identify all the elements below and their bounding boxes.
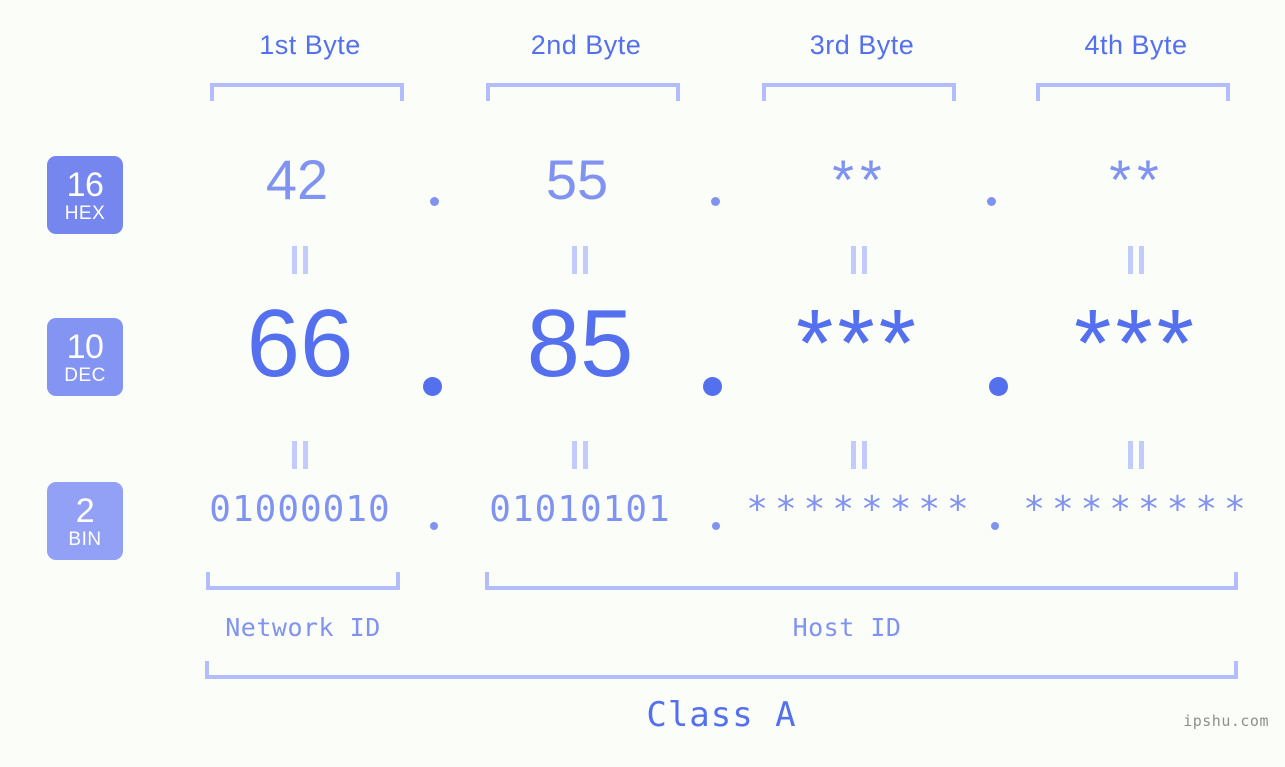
- dec-byte-2: 85: [526, 290, 634, 397]
- equals-separator-dec-bin-2: [571, 441, 589, 469]
- base-badge-bin-label: BIN: [68, 528, 102, 550]
- dec-byte-4: ***: [1073, 290, 1199, 397]
- hex-byte-2: 55: [545, 148, 609, 211]
- class-label: Class A: [646, 695, 797, 735]
- base-badge-hex: 16 HEX: [47, 156, 123, 234]
- base-badge-hex-number: 16: [66, 165, 104, 204]
- hex-byte-4: **: [1109, 148, 1165, 211]
- bin-byte-4: ********: [1023, 489, 1253, 530]
- host-id-label: Host ID: [792, 613, 902, 642]
- dec-byte-1: 66: [246, 290, 354, 397]
- byte-bracket-1: [210, 83, 404, 101]
- byte-header-2: 2nd Byte: [530, 30, 642, 60]
- bin-byte-3: ********: [746, 489, 976, 530]
- hex-dot-separator-1: [430, 197, 439, 206]
- bin-dot-separator-2: [712, 522, 720, 530]
- byte-bracket-4: [1036, 83, 1230, 101]
- site-watermark: ipshu.com: [1183, 712, 1269, 730]
- equals-separator-hex-dec-4: [1127, 246, 1145, 274]
- network-id-label: Network ID: [225, 613, 381, 642]
- equals-separator-hex-dec-2: [571, 246, 589, 274]
- base-badge-dec: 10 DEC: [47, 318, 123, 396]
- equals-separator-hex-dec-3: [850, 246, 868, 274]
- base-badge-bin-number: 2: [75, 491, 95, 530]
- byte-bracket-3: [762, 83, 956, 101]
- hex-byte-3: **: [832, 148, 888, 211]
- equals-separator-dec-bin-3: [850, 441, 868, 469]
- hex-dot-separator-2: [711, 197, 720, 206]
- byte-header-4: 4th Byte: [1084, 30, 1188, 60]
- network-id-bracket: [206, 572, 400, 590]
- equals-separator-dec-bin-1: [291, 441, 309, 469]
- hex-byte-1: 42: [265, 148, 329, 211]
- dec-byte-3: ***: [795, 290, 921, 397]
- byte-header-1: 1st Byte: [259, 30, 361, 60]
- dec-dot-separator-3: [989, 377, 1008, 396]
- hex-dot-separator-3: [987, 197, 996, 206]
- dec-dot-separator-1: [423, 377, 442, 396]
- byte-header-3: 3rd Byte: [809, 30, 915, 60]
- class-bracket: [205, 661, 1238, 679]
- host-id-bracket: [485, 572, 1238, 590]
- ip-address-breakdown-diagram: 1st Byte 2nd Byte 3rd Byte 4th Byte 16 H…: [0, 0, 1285, 767]
- dec-dot-separator-2: [703, 377, 722, 396]
- equals-separator-hex-dec-1: [291, 246, 309, 274]
- base-badge-hex-label: HEX: [64, 202, 106, 224]
- bin-dot-separator-1: [430, 522, 438, 530]
- bin-byte-1: 01000010: [209, 489, 391, 530]
- base-badge-bin: 2 BIN: [47, 482, 123, 560]
- byte-bracket-2: [486, 83, 680, 101]
- bin-byte-2: 01010101: [489, 489, 671, 530]
- base-badge-dec-label: DEC: [64, 364, 106, 386]
- equals-separator-dec-bin-4: [1127, 441, 1145, 469]
- base-badge-dec-number: 10: [66, 327, 104, 366]
- bin-dot-separator-3: [991, 522, 999, 530]
